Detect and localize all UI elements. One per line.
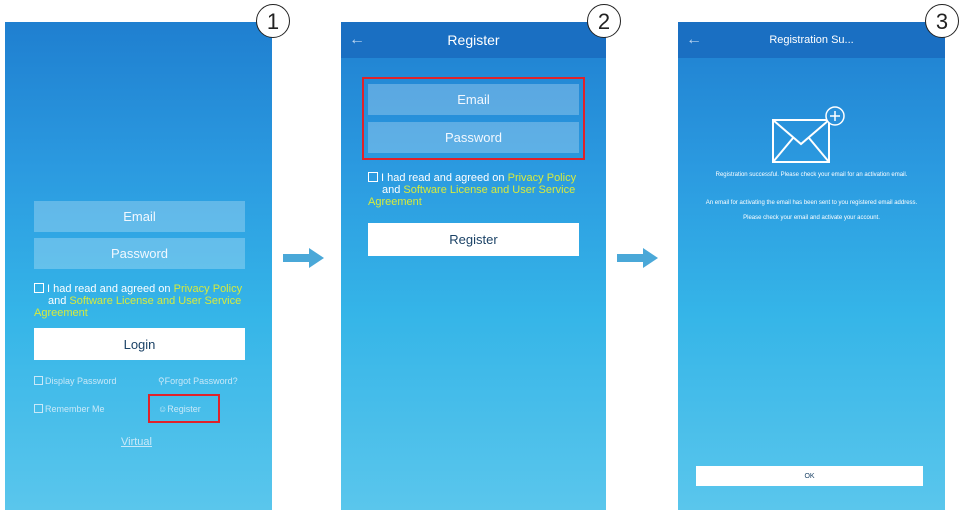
envelope-plus-icon xyxy=(772,106,845,163)
arrow-right-icon xyxy=(617,248,658,268)
agree-prefix-text: I had read and agreed on xyxy=(381,172,505,184)
login-button[interactable]: Login xyxy=(34,328,245,360)
privacy-policy-link[interactable]: Privacy Policy xyxy=(508,172,576,184)
agree-and-text: and xyxy=(48,295,67,307)
display-password-toggle[interactable]: Display Password xyxy=(34,376,117,386)
checkbox-checked-icon xyxy=(34,404,43,413)
success-title: Registration Su... xyxy=(769,34,854,46)
arrow-left-icon[interactable]: ← xyxy=(686,22,702,58)
success-topbar: ← Registration Su... xyxy=(678,22,945,58)
email-sent-message: An email for activating the email has be… xyxy=(705,200,918,206)
registration-success-screen: ← Registration Su... Registration succes… xyxy=(678,22,945,510)
arrow-right-icon xyxy=(283,248,324,268)
password-input[interactable] xyxy=(34,238,245,269)
agree-and-text: and xyxy=(382,184,401,196)
display-password-label: Display Password xyxy=(45,376,117,386)
license-agreement-link[interactable]: Software License and User Service Agreem… xyxy=(368,184,575,208)
privacy-policy-link[interactable]: Privacy Policy xyxy=(174,283,242,295)
remember-me-label: Remember Me xyxy=(45,404,105,414)
terms-agreement: I had read and agreed on Privacy Policy … xyxy=(34,283,264,319)
email-input[interactable] xyxy=(34,201,245,232)
terms-checkbox[interactable] xyxy=(368,172,378,182)
ok-button[interactable]: OK xyxy=(696,466,923,486)
lock-icon: ⚲ xyxy=(158,376,165,386)
checkbox-icon xyxy=(34,376,43,385)
step-number-2: 2 xyxy=(587,4,621,38)
register-button[interactable]: Register xyxy=(368,223,579,256)
login-screen: I had read and agreed on Privacy Policy … xyxy=(5,22,272,510)
success-message: Registration successful. Please check yo… xyxy=(715,172,908,178)
forgot-password-label: Forgot Password? xyxy=(164,376,238,386)
step-number-3: 3 xyxy=(925,4,959,38)
register-title: Register xyxy=(447,32,500,48)
activate-instruction: Please check your email and activate you… xyxy=(743,215,880,221)
virtual-link[interactable]: Virtual xyxy=(121,436,152,448)
credentials-highlight-box xyxy=(362,77,585,160)
license-agreement-link[interactable]: Software License and User Service Agreem… xyxy=(34,295,241,319)
step-number-1: 1 xyxy=(256,4,290,38)
terms-agreement: I had read and agreed on Privacy Policy … xyxy=(368,172,593,208)
register-topbar: ← Register xyxy=(341,22,606,58)
arrow-left-icon[interactable]: ← xyxy=(349,22,365,58)
forgot-password-link[interactable]: ⚲Forgot Password? xyxy=(158,376,238,387)
remember-me-toggle[interactable]: Remember Me xyxy=(34,404,105,414)
register-highlight-box xyxy=(148,394,220,423)
agree-prefix-text: I had read and agreed on xyxy=(47,283,171,295)
terms-checkbox[interactable] xyxy=(34,283,44,293)
register-screen: ← Register I had read and agreed on Priv… xyxy=(341,22,606,510)
